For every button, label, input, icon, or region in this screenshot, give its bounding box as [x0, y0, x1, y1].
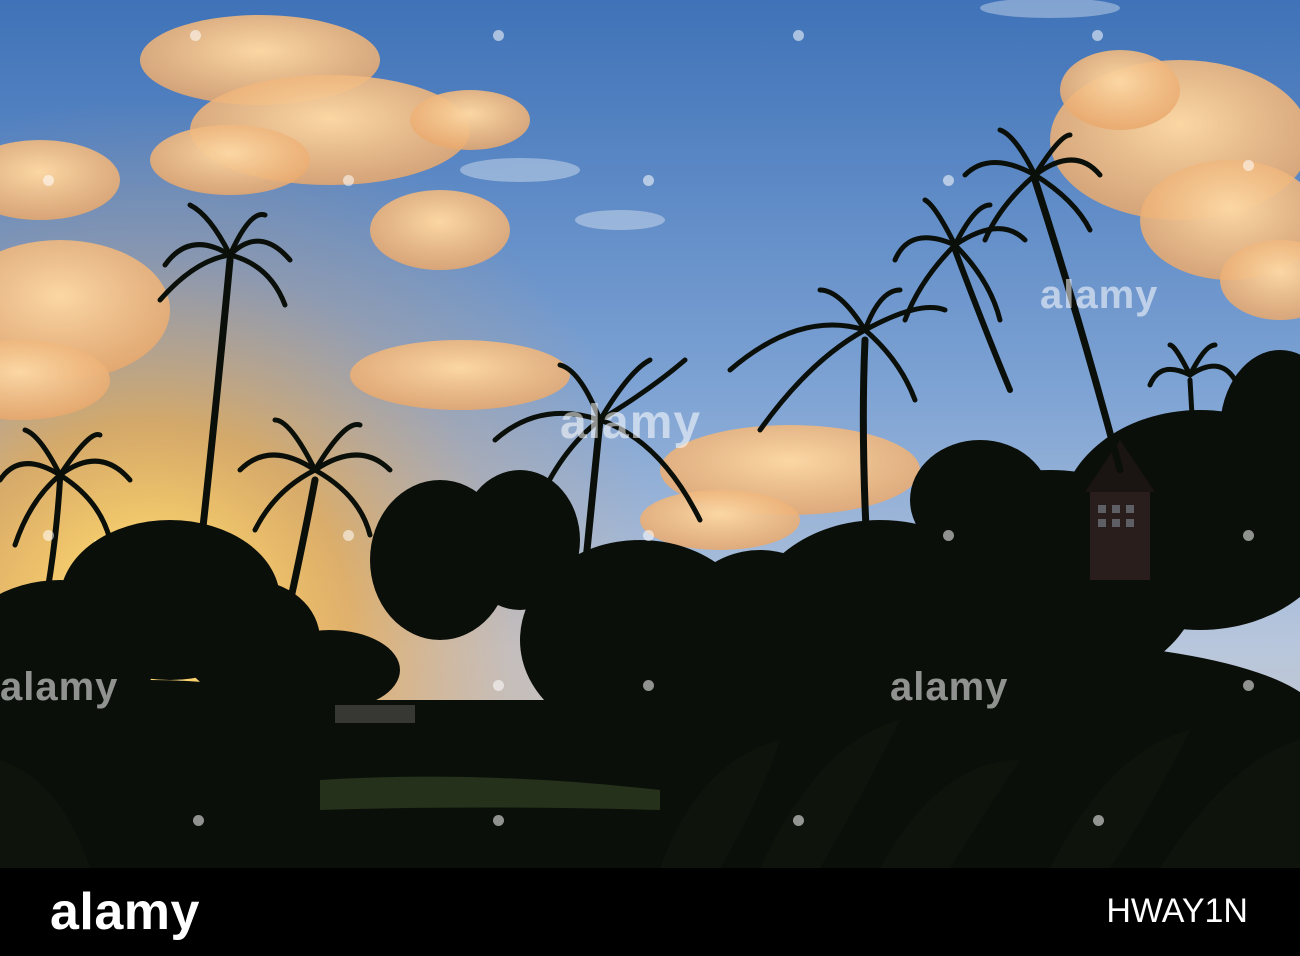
watermark-dot	[190, 30, 201, 41]
alamy-logo: alamy	[50, 883, 200, 941]
watermark-dot	[793, 30, 804, 41]
watermark-dot	[1243, 680, 1254, 691]
watermark-dot	[643, 680, 654, 691]
watermark-dot	[943, 175, 954, 186]
fence	[335, 705, 415, 723]
watermark-dot	[1243, 530, 1254, 541]
watermark-dot	[493, 680, 504, 691]
watermark-dot	[43, 175, 54, 186]
watermark-dot	[643, 175, 654, 186]
watermark-dot	[793, 815, 804, 826]
watermark-dot	[943, 530, 954, 541]
watermark-dot	[1092, 30, 1103, 41]
watermark-dot	[493, 815, 504, 826]
watermark-dot	[343, 530, 354, 541]
watermark-dot	[343, 175, 354, 186]
watermark-dot	[43, 530, 54, 541]
footer-bar: alamy HWAY1N	[0, 868, 1300, 956]
image-code: HWAY1N	[1106, 892, 1248, 930]
watermark-dot	[1243, 160, 1254, 171]
watermark-dot	[493, 30, 504, 41]
sunset-palm-photo	[0, 0, 1300, 868]
watermark-dot	[643, 530, 654, 541]
watermark-dot	[193, 815, 204, 826]
watermark-dot	[1093, 815, 1104, 826]
image-frame: alamy alamy alamy alamy alamy HWAY1N	[0, 0, 1300, 956]
